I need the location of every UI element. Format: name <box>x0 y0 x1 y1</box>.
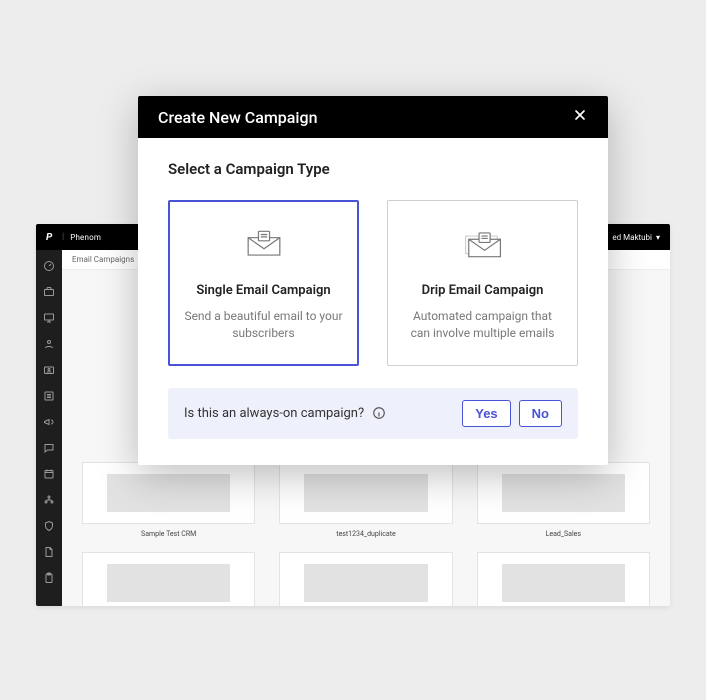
template-thumb <box>477 552 650 606</box>
campaign-type-single[interactable]: Single Email Campaign Send a beautiful e… <box>168 200 359 366</box>
create-campaign-modal: Create New Campaign Select a Campaign Ty… <box>138 96 608 465</box>
envelope-stack-icon <box>464 229 502 263</box>
template-card[interactable]: Lead_Sales <box>477 462 650 538</box>
person-icon[interactable] <box>43 338 55 350</box>
template-card[interactable] <box>477 552 650 606</box>
always-on-buttons: Yes No <box>462 400 562 427</box>
chevron-down-icon: ▾ <box>656 233 660 242</box>
brand-name: Phenom <box>70 233 101 242</box>
campaign-type-row: Single Email Campaign Send a beautiful e… <box>168 200 578 366</box>
gauge-icon[interactable] <box>43 260 55 272</box>
brand-divider: | <box>62 232 64 242</box>
campaign-type-title: Drip Email Campaign <box>422 283 544 298</box>
campaign-type-drip[interactable]: Drip Email Campaign Automated campaign t… <box>387 200 578 366</box>
app-brand: P | Phenom <box>46 232 101 242</box>
template-card[interactable]: Sample Test CRM <box>82 462 255 538</box>
template-thumb <box>477 462 650 524</box>
template-card[interactable] <box>279 552 452 606</box>
template-thumb <box>279 462 452 524</box>
shield-icon[interactable] <box>43 520 55 532</box>
always-on-question: Is this an always-on campaign? <box>184 406 364 421</box>
tab-email-campaigns[interactable]: Email Campaigns <box>72 251 134 268</box>
modal-body: Select a Campaign Type Single Email Camp… <box>138 138 608 465</box>
modal-title: Create New Campaign <box>158 108 317 127</box>
always-on-no-button[interactable]: No <box>519 400 562 427</box>
modal-header: Create New Campaign <box>138 96 608 138</box>
template-card[interactable] <box>82 552 255 606</box>
user-name: ed Maktubi <box>612 233 652 242</box>
campaign-type-desc: Automated campaign that can involve mult… <box>403 308 563 343</box>
monitor-icon[interactable] <box>43 312 55 324</box>
template-thumb <box>82 552 255 606</box>
megaphone-icon[interactable] <box>43 416 55 428</box>
user-menu[interactable]: ed Maktubi ▾ <box>612 233 660 242</box>
always-on-row: Is this an always-on campaign? Yes No <box>168 388 578 439</box>
template-thumb <box>82 462 255 524</box>
org-icon[interactable] <box>43 494 55 506</box>
chat-icon[interactable] <box>43 442 55 454</box>
template-label: Sample Test CRM <box>141 530 196 538</box>
document-icon[interactable] <box>43 546 55 558</box>
list-icon[interactable] <box>43 390 55 402</box>
template-label: Lead_Sales <box>546 530 581 538</box>
template-card[interactable]: test1234_duplicate <box>279 462 452 538</box>
close-icon[interactable] <box>572 107 588 127</box>
info-icon[interactable] <box>372 406 386 420</box>
always-on-question-group: Is this an always-on campaign? <box>184 406 386 421</box>
calendar-icon[interactable] <box>43 468 55 480</box>
app-sidebar <box>36 250 62 606</box>
briefcase-icon[interactable] <box>43 286 55 298</box>
template-label: test1234_duplicate <box>336 530 395 538</box>
folder-person-icon[interactable] <box>43 364 55 376</box>
campaign-type-desc: Send a beautiful email to your subscribe… <box>184 308 344 343</box>
clipboard-icon[interactable] <box>43 572 55 584</box>
envelope-icon <box>245 229 283 263</box>
brand-logo: P <box>46 232 56 242</box>
modal-subtitle: Select a Campaign Type <box>168 160 578 178</box>
template-thumb <box>279 552 452 606</box>
always-on-yes-button[interactable]: Yes <box>462 400 510 427</box>
campaign-type-title: Single Email Campaign <box>196 283 330 298</box>
